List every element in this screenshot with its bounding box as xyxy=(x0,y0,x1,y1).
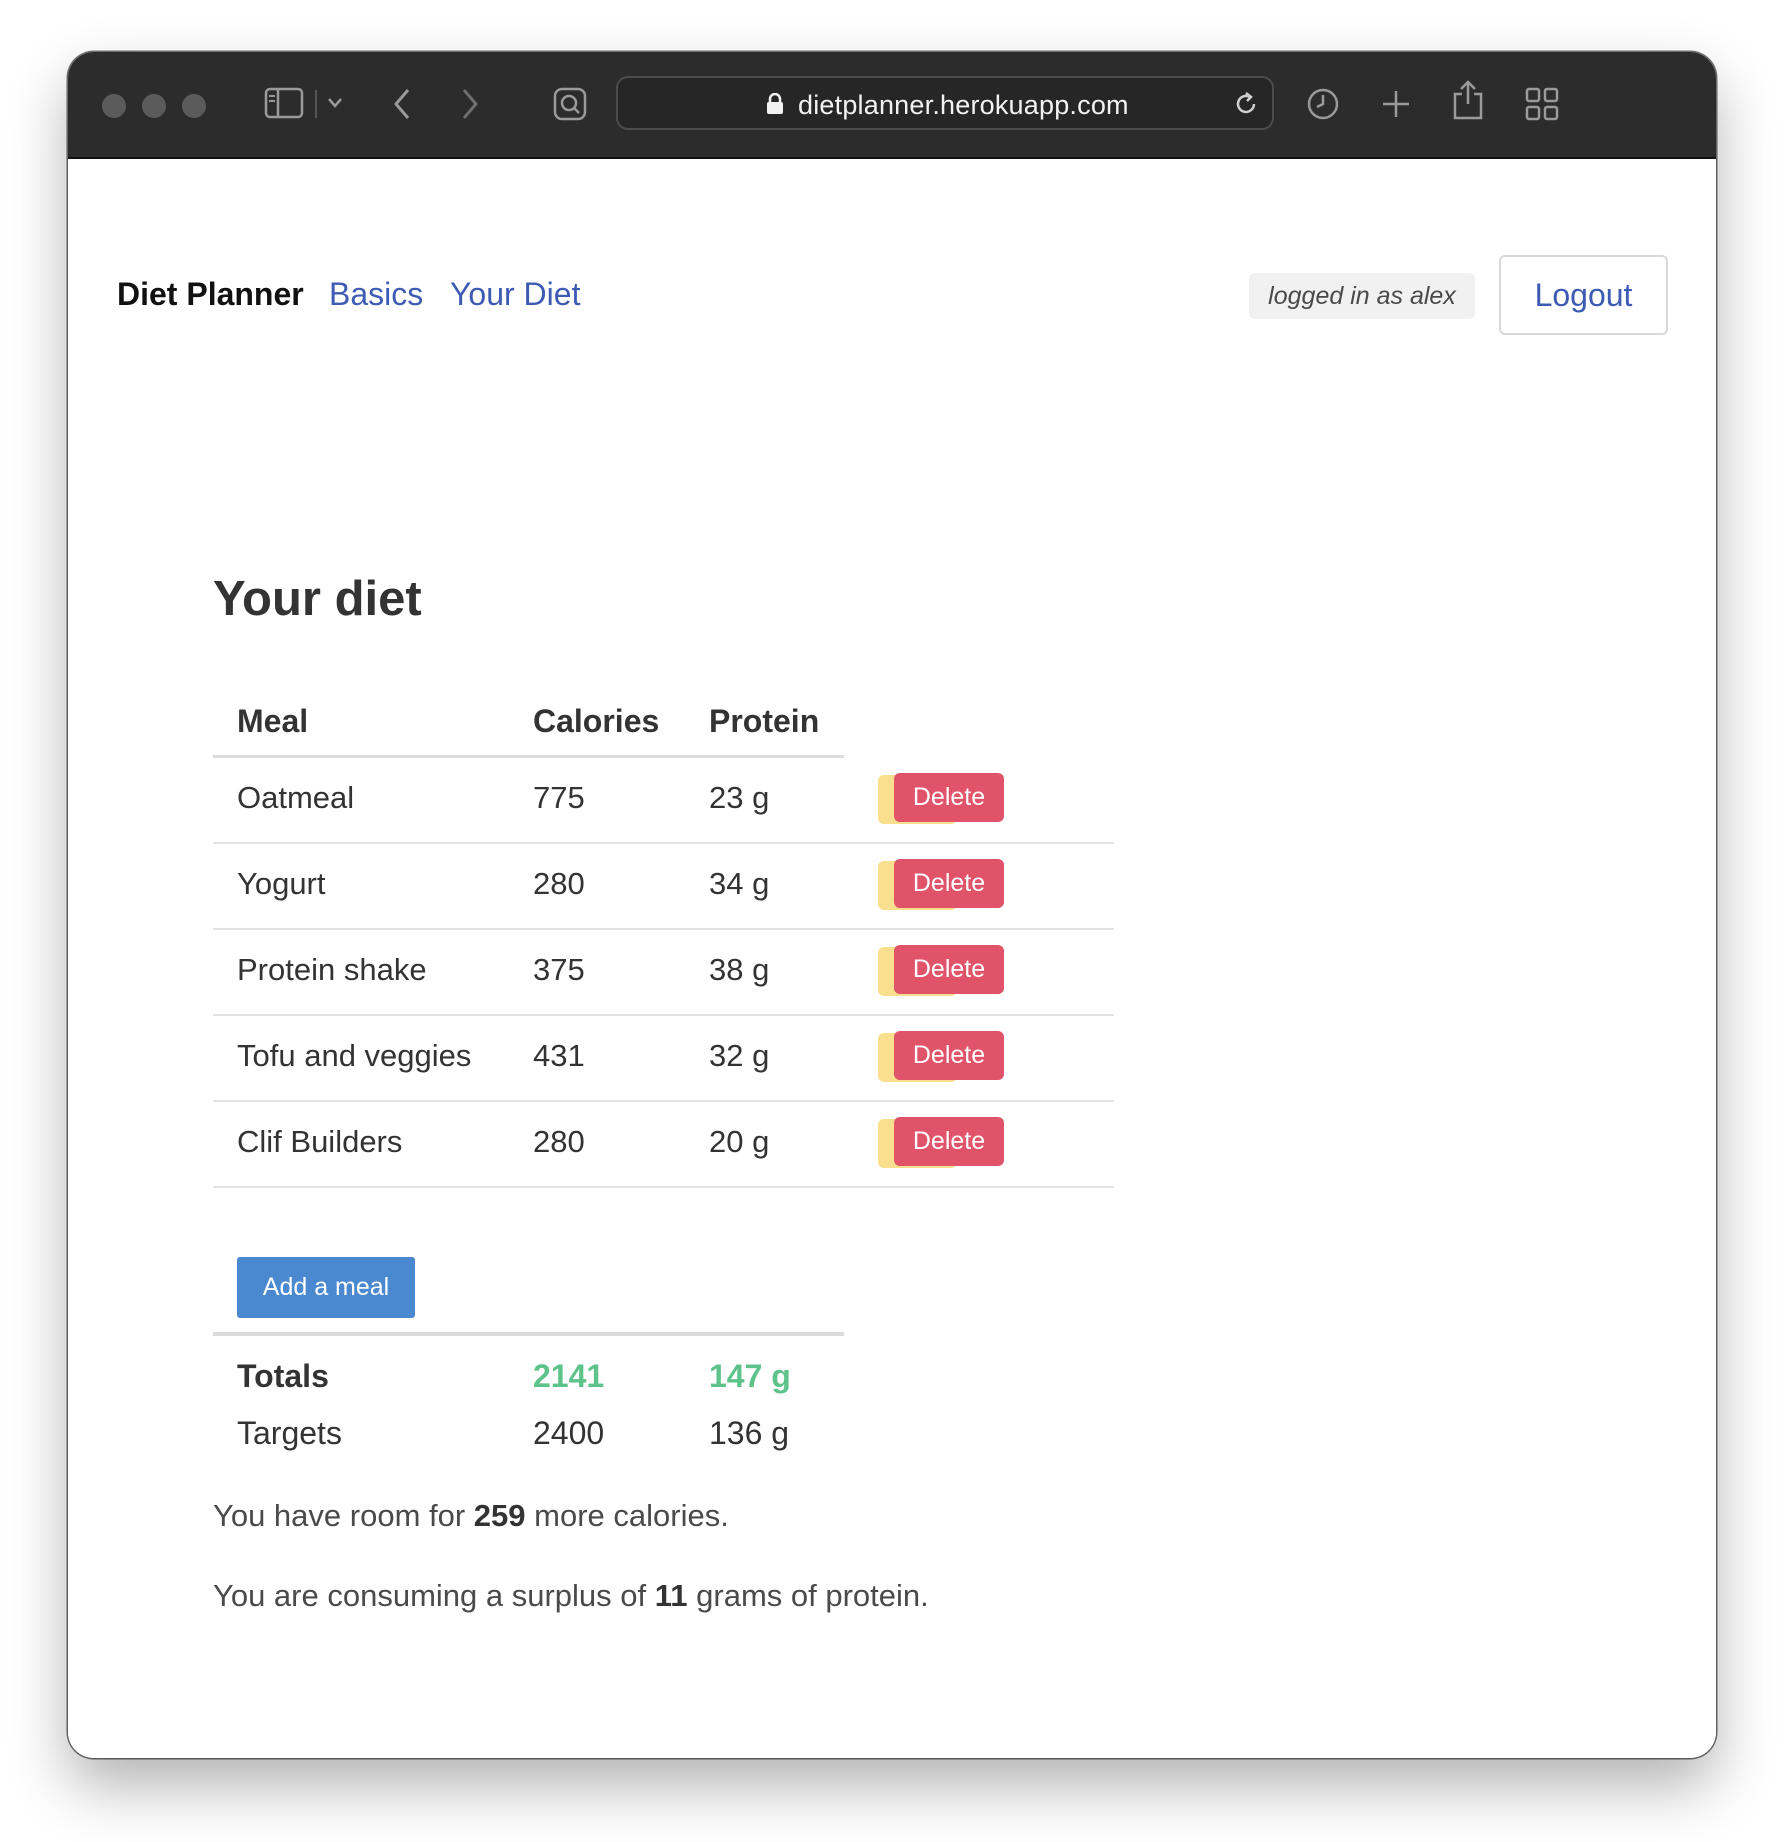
meal-calories: 375 xyxy=(533,952,585,987)
protein-surplus-value: 11 xyxy=(654,1578,688,1613)
meal-name: Clif Builders xyxy=(237,1124,403,1159)
lock-icon xyxy=(766,92,784,120)
delete-button[interactable]: Delete xyxy=(894,1031,1004,1080)
targets-label: Targets xyxy=(237,1415,342,1451)
totals-calories: 2141 xyxy=(533,1358,605,1394)
meal-name: Yogurt xyxy=(237,866,326,901)
browser-toolbar: dietplanner.herokuapp.com xyxy=(68,52,1716,159)
meal-name: Tofu and veggies xyxy=(237,1038,472,1073)
meal-row: Protein shake 375 38 g Edit Delete xyxy=(213,930,1114,1016)
zoom-window-button[interactable] xyxy=(182,94,206,118)
nav-link-your-diet[interactable]: Your Diet xyxy=(450,276,580,313)
minimize-window-button[interactable] xyxy=(142,94,166,118)
totals-protein: 147 g xyxy=(709,1358,791,1394)
delete-button[interactable]: Delete xyxy=(894,859,1004,908)
meal-protein: 20 g xyxy=(709,1124,770,1159)
protein-message-suffix: grams of protein. xyxy=(687,1578,929,1613)
reload-icon[interactable] xyxy=(1232,90,1260,123)
new-tab-plus-icon[interactable] xyxy=(1378,86,1414,122)
chevron-down-icon[interactable] xyxy=(326,96,344,110)
protein-message-prefix: You are consuming a surplus of xyxy=(213,1578,655,1613)
meal-name: Protein shake xyxy=(237,952,427,987)
close-window-button[interactable] xyxy=(102,94,126,118)
history-clock-icon[interactable] xyxy=(1305,86,1341,122)
column-header-meal: Meal xyxy=(237,703,309,739)
delete-button[interactable]: Delete xyxy=(894,773,1004,822)
delete-button[interactable]: Delete xyxy=(894,1117,1004,1166)
calorie-room-message: You have room for 259 more calories. xyxy=(213,1498,729,1534)
back-arrow-icon[interactable] xyxy=(391,86,413,122)
toolbar-divider xyxy=(315,90,317,118)
targets-calories: 2400 xyxy=(533,1415,605,1451)
sidebar-icon[interactable] xyxy=(264,86,306,120)
reader-search-icon[interactable] xyxy=(552,86,588,122)
meal-row: Tofu and veggies 431 32 g Edit Delete xyxy=(213,1016,1114,1102)
totals-divider xyxy=(213,1332,844,1336)
page-title: Your diet xyxy=(213,572,422,626)
brand-title[interactable]: Diet Planner xyxy=(117,276,304,313)
add-meal-button[interactable]: Add a meal xyxy=(237,1257,415,1318)
column-header-protein: Protein xyxy=(709,703,820,739)
meal-protein: 23 g xyxy=(709,780,770,815)
login-status-badge: logged in as alex xyxy=(1249,273,1475,319)
column-header-calories: Calories xyxy=(533,703,660,739)
share-icon[interactable] xyxy=(1450,78,1486,122)
delete-button[interactable]: Delete xyxy=(894,945,1004,994)
browser-window: dietplanner.herokuapp.com Diet Planner B… xyxy=(68,52,1716,1758)
logout-button[interactable]: Logout xyxy=(1499,255,1668,335)
meal-calories: 431 xyxy=(533,1038,585,1073)
meal-row: Oatmeal 775 23 g Edit Delete xyxy=(213,758,1114,844)
forward-arrow-icon[interactable] xyxy=(459,86,481,122)
page-content: Diet Planner Basics Your Diet logged in … xyxy=(68,159,1716,1758)
calorie-message-suffix: more calories. xyxy=(525,1498,729,1533)
meal-protein: 34 g xyxy=(709,866,770,901)
nav-link-basics[interactable]: Basics xyxy=(329,276,423,313)
calorie-room-value: 259 xyxy=(473,1498,526,1533)
targets-protein: 136 g xyxy=(709,1415,790,1451)
meal-protein: 32 g xyxy=(709,1038,770,1073)
meal-row: Yogurt 280 34 g Edit Delete xyxy=(213,844,1114,930)
meal-calories: 280 xyxy=(533,866,585,901)
meal-row: Clif Builders 280 20 g Edit Delete xyxy=(213,1102,1114,1188)
meal-calories: 775 xyxy=(533,780,585,815)
meal-protein: 38 g xyxy=(709,952,770,987)
protein-surplus-message: You are consuming a surplus of 11 grams … xyxy=(213,1578,929,1614)
totals-label: Totals xyxy=(237,1358,329,1394)
meal-name: Oatmeal xyxy=(237,780,355,815)
url-text: dietplanner.herokuapp.com xyxy=(798,90,1129,120)
address-bar[interactable]: dietplanner.herokuapp.com xyxy=(616,76,1274,130)
meal-calories: 280 xyxy=(533,1124,585,1159)
tab-overview-icon[interactable] xyxy=(1524,86,1560,122)
calorie-message-prefix: You have room for xyxy=(213,1498,474,1533)
